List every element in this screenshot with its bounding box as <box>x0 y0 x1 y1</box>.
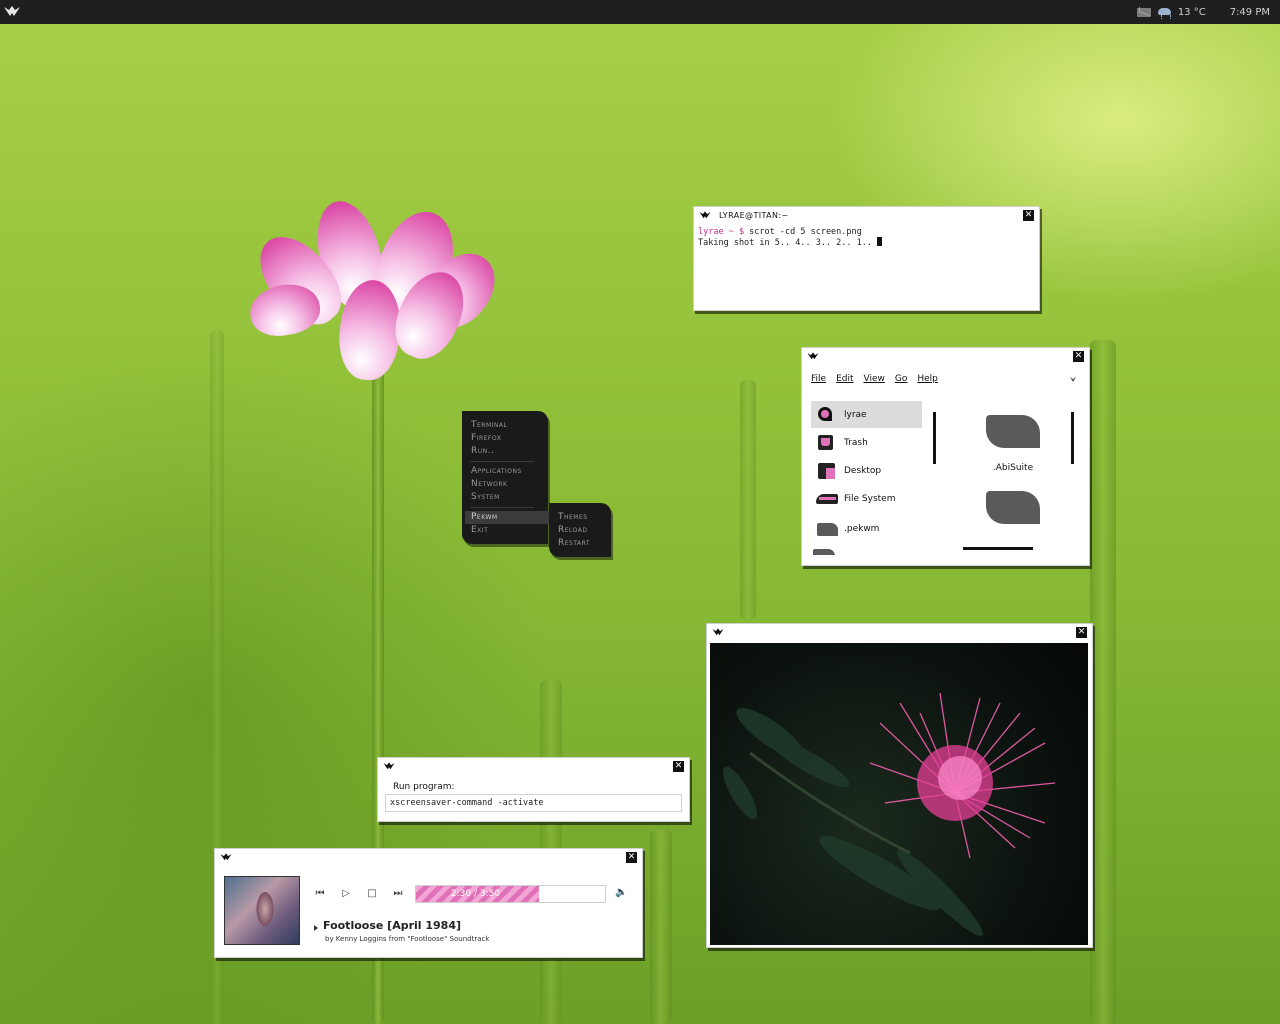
sidebar-item-label: .pekwm <box>844 523 880 534</box>
desktop-icon <box>816 462 836 480</box>
titlebar[interactable]: ✕ <box>707 624 1092 642</box>
menu-go[interactable]: Go <box>895 374 907 384</box>
trash-icon <box>816 434 836 452</box>
home-icon <box>816 406 836 424</box>
close-button[interactable]: ✕ <box>673 761 684 772</box>
menubar: File Edit View Go Help <box>811 374 938 384</box>
expand-arrow-icon[interactable] <box>314 925 318 931</box>
song-artist: by Kenny Loggins from "Footloose" Soundt… <box>325 935 490 943</box>
sidebar-item-lyrae[interactable]: lyrae <box>811 401 922 428</box>
file-manager-window[interactable]: ✕ File Edit View Go Help lyrae Trash Des… <box>801 347 1090 566</box>
close-button[interactable]: ✕ <box>626 852 637 863</box>
titlebar[interactable]: ✕ <box>802 348 1089 366</box>
window-menu-icon[interactable] <box>382 761 396 772</box>
volume-icon[interactable]: 🔈 <box>615 887 627 899</box>
terminal-prompt: lyrae ~ $ <box>698 227 745 237</box>
scrollbar[interactable] <box>963 547 1033 550</box>
system-tray: 13 °C 7:49 PM <box>1136 0 1270 24</box>
next-track-button[interactable]: ⏭ <box>392 888 404 900</box>
wallpaper-grass-stem <box>740 380 756 620</box>
run-program-label: Run program: <box>393 782 455 792</box>
menu-item-applications[interactable]: Applications <box>471 466 522 476</box>
drive-icon <box>816 490 838 508</box>
seek-bar[interactable]: 2:30 / 3:50 <box>415 885 606 903</box>
close-button[interactable]: ✕ <box>1076 627 1087 638</box>
sidebar-item-label: lyrae <box>844 409 867 420</box>
run-program-input[interactable]: xscreensaver-command -activate <box>385 794 682 812</box>
menu-item-run[interactable]: Run.. <box>471 446 494 456</box>
weather-icon[interactable] <box>1157 6 1172 19</box>
top-panel: 13 °C 7:49 PM <box>0 0 1280 24</box>
sidebar-item-label: Desktop <box>844 465 882 476</box>
stop-button[interactable]: □ <box>366 888 378 900</box>
window-menu-icon[interactable] <box>806 351 820 362</box>
photo-image <box>710 643 1088 945</box>
pekwm-submenu[interactable]: Themes Reload Restart <box>549 503 611 557</box>
menu-separator <box>470 461 534 462</box>
menu-item-firefox[interactable]: Firefox <box>471 433 501 443</box>
sidebar-item-label: Trash <box>844 437 868 448</box>
terminal-output[interactable]: lyrae ~ $ scrot -cd 5 screen.png Taking … <box>698 227 883 248</box>
previous-track-button[interactable]: ⏮ <box>314 888 326 900</box>
menu-help[interactable]: Help <box>917 374 938 384</box>
image-viewer-window[interactable]: ✕ <box>706 623 1093 948</box>
menu-item-terminal[interactable]: Terminal <box>471 420 507 430</box>
album-cover <box>224 876 300 945</box>
root-menu[interactable]: Terminal Firefox Run.. Applications Netw… <box>462 411 549 544</box>
titlebar[interactable]: ✕ <box>378 758 689 776</box>
mimosa-flower-picture <box>723 692 1056 937</box>
titlebar[interactable]: ✕ <box>215 849 642 867</box>
sidebar-item-partial[interactable] <box>812 547 922 555</box>
clock[interactable]: 7:49 PM <box>1230 7 1270 18</box>
folder-icon[interactable] <box>986 491 1040 524</box>
menu-view[interactable]: View <box>864 374 885 384</box>
scroll-divider <box>933 412 936 464</box>
terminal-output-line: Taking shot in 5.. 4.. 3.. 2.. 1.. <box>698 238 878 248</box>
text-cursor <box>877 237 883 246</box>
menu-item-reload[interactable]: Reload <box>558 525 588 535</box>
sidebar-item-file-system[interactable]: File System <box>811 485 922 512</box>
play-button[interactable]: ▷ <box>340 888 352 900</box>
pekwm-logo-icon[interactable] <box>3 4 21 20</box>
temperature-label: 13 °C <box>1177 6 1206 18</box>
window-title: LYRAE@TITAN:~ <box>719 211 789 220</box>
folder-icon[interactable] <box>986 415 1040 448</box>
sidebar-item-trash[interactable]: Trash <box>811 429 922 456</box>
terminal-window[interactable]: LYRAE@TITAN:~ ✕ lyrae ~ $ scrot -cd 5 sc… <box>693 206 1040 311</box>
menu-separator <box>470 507 534 508</box>
window-menu-icon[interactable] <box>219 852 233 863</box>
throbber-icon <box>1070 377 1076 382</box>
menu-file[interactable]: File <box>811 374 826 384</box>
time-display: 2:30 / 3:50 <box>450 889 501 899</box>
wallpaper-grass-stem <box>650 830 672 1024</box>
wallpaper-flower <box>244 190 510 390</box>
terminal-command: scrot -cd 5 screen.png <box>744 227 862 237</box>
titlebar[interactable]: LYRAE@TITAN:~ ✕ <box>694 207 1039 225</box>
menu-item-pekwm[interactable]: Pekwm <box>471 512 498 522</box>
scroll-divider <box>1071 412 1074 464</box>
folder-icon <box>813 549 835 555</box>
mail-icon[interactable] <box>1136 7 1151 17</box>
close-button[interactable]: ✕ <box>1023 210 1034 221</box>
folder-icon <box>816 520 838 538</box>
sidebar-item-label: File System <box>844 493 896 504</box>
menu-item-system[interactable]: System <box>471 492 500 502</box>
music-player-window[interactable]: ✕ ⏮ ▷ □ ⏭ 2:30 / 3:50 🔈 Footloose [April… <box>214 848 643 958</box>
song-title: Footloose [April 1984] <box>323 919 462 932</box>
window-menu-icon[interactable] <box>698 210 712 221</box>
wallpaper-grass-stem <box>1090 340 1116 1024</box>
run-dialog-window[interactable]: ✕ Run program: xscreensaver-command -act… <box>377 757 690 822</box>
sidebar-item-desktop[interactable]: Desktop <box>811 457 922 484</box>
menu-item-network[interactable]: Network <box>471 479 507 489</box>
window-menu-icon[interactable] <box>711 627 725 638</box>
file-item-label[interactable]: .AbiSuite <box>976 463 1050 473</box>
sidebar-item-pekwm[interactable]: .pekwm <box>811 515 922 542</box>
menu-item-restart[interactable]: Restart <box>558 538 590 548</box>
menu-item-themes[interactable]: Themes <box>558 512 588 522</box>
close-button[interactable]: ✕ <box>1073 351 1084 362</box>
menu-item-exit[interactable]: Exit <box>471 525 488 535</box>
menu-edit[interactable]: Edit <box>836 374 853 384</box>
